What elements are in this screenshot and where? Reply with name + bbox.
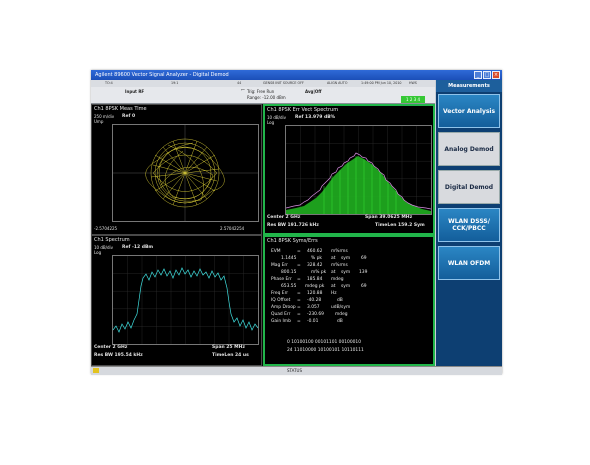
trigger-icon: ⌐ bbox=[241, 87, 246, 93]
pane-title: Ch1 8PSK Syms/Errs bbox=[267, 238, 318, 244]
trace-grid: Ch1 8PSK Meas Time 250 m/div Ump Ref 0 -… bbox=[91, 104, 435, 366]
unit-label: Log bbox=[94, 250, 102, 255]
wlan-ofdm-button[interactable]: WLAN OFDM bbox=[438, 246, 500, 280]
pane-err-vect-spectrum[interactable]: Ch1 8PSK Err Vect Spectrum 10 dB/div Log… bbox=[263, 104, 435, 235]
center-label: Center 2 GHz bbox=[94, 345, 128, 350]
minimize-button[interactable]: _ bbox=[474, 71, 482, 79]
center-label: Center 2 GHz bbox=[267, 215, 301, 220]
ref-label: Ref 0 bbox=[122, 114, 136, 119]
digital-demod-button[interactable]: Digital Demod bbox=[438, 170, 500, 204]
pane-spectrum[interactable]: Ch1 Spectrum 10 dB/div Log Ref -12 dBm C… bbox=[91, 235, 262, 366]
close-button[interactable]: × bbox=[492, 71, 500, 79]
pane-meas-time[interactable]: Ch1 8PSK Meas Time 250 m/div Ump Ref 0 -… bbox=[91, 104, 262, 235]
status-indicator-icon bbox=[93, 368, 99, 373]
timelen-label: TimeLen 24 us bbox=[212, 353, 249, 358]
symbol-bits-row: 0 10100100 00101101 00100010 bbox=[287, 340, 362, 345]
toolbar-item: 1:49:00 PM Jun 10, 2010 bbox=[361, 81, 402, 85]
analog-demod-button[interactable]: Analog Demod bbox=[438, 132, 500, 166]
toolbar-item[interactable]: 19:1 bbox=[171, 80, 178, 87]
vector-analysis-button[interactable]: Vector Analysis bbox=[438, 94, 500, 128]
err-vect-trace bbox=[285, 126, 432, 214]
analyzer-window: Agilent 89600 Vector Signal Analyzer - D… bbox=[91, 70, 502, 375]
trig-label: Trig: Free Run bbox=[247, 89, 275, 94]
span-label: Span 39.0625 MHz bbox=[365, 215, 413, 220]
status-strip: Input RF Avg|Off ⌐ Trig: Free Run Range:… bbox=[91, 87, 435, 104]
spectrum-trace bbox=[112, 256, 259, 344]
timelen-label: TimeLen 159.2 Sym bbox=[375, 223, 425, 228]
avg-label: Avg|Off bbox=[305, 89, 322, 94]
pane-title: Ch1 8PSK Meas Time bbox=[94, 106, 147, 112]
span-label: Span 25 MHz bbox=[212, 345, 245, 350]
resbw-label: Res BW 195.54 kHz bbox=[94, 353, 143, 358]
pane-syms-errs[interactable]: Ch1 8PSK Syms/Errs EVM = 460.62 m%rms 1.144… bbox=[263, 235, 435, 366]
toolbar-item: HWS bbox=[409, 81, 417, 85]
constellation-trace bbox=[113, 125, 258, 221]
err-vect-plot bbox=[285, 125, 432, 215]
range-label: Range: -12.00 dBm bbox=[247, 95, 286, 100]
wlan-dsss-button[interactable]: WLAN DSSS/ CCK/PBCC bbox=[438, 208, 500, 242]
resbw-label: Res BW 191.726 kHz bbox=[267, 223, 319, 228]
spectrum-plot bbox=[112, 255, 259, 345]
input-label: Input RF bbox=[125, 89, 145, 94]
toolbar-item[interactable]: 44 bbox=[237, 80, 241, 87]
status-text: STATUS bbox=[287, 368, 303, 373]
pane-title: Ch1 8PSK Err Vect Spectrum bbox=[267, 107, 339, 113]
ref-label: Ref 13.979 dB% bbox=[295, 115, 336, 120]
toolbar-item[interactable]: TO:4 bbox=[105, 80, 113, 87]
unit-label: Log bbox=[267, 120, 275, 125]
window-title: Agilent 89600 Vector Signal Analyzer - D… bbox=[95, 72, 229, 78]
status-bar: STATUS bbox=[91, 366, 502, 375]
x-right-label: 2.57042254 bbox=[220, 226, 245, 231]
ref-label: Ref -12 dBm bbox=[122, 245, 154, 250]
toolbar-item[interactable]: ALIGN AUTO bbox=[327, 80, 347, 87]
meas-indicator-button[interactable]: 1 2 3 4 bbox=[401, 96, 425, 103]
symbol-bits-row: 24 11010000 10100101 10110111 bbox=[287, 348, 364, 353]
toolbar-item[interactable]: GENS8 INIT SOURCE OFF bbox=[263, 80, 304, 87]
maximize-button[interactable]: □ bbox=[483, 71, 491, 79]
x-left-label: -2.5704225 bbox=[94, 226, 118, 231]
unit-label: Ump bbox=[94, 119, 104, 124]
pane-title: Ch1 Spectrum bbox=[94, 237, 130, 243]
sidebar-header: Measurements bbox=[436, 80, 502, 92]
measurements-sidebar: Measurements Vector Analysis Analog Demo… bbox=[436, 80, 502, 366]
constellation-plot bbox=[112, 124, 259, 222]
title-bar: Agilent 89600 Vector Signal Analyzer - D… bbox=[91, 70, 502, 80]
